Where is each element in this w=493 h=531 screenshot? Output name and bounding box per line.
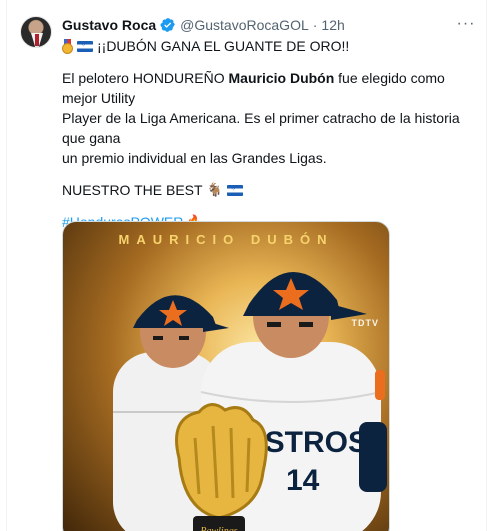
tweet-image[interactable]: MAURICIO DUBÓN TDTV ASTROS 14 Rawlings: [62, 221, 390, 531]
the-best-text: NUESTRO THE BEST: [62, 182, 203, 198]
separator-dot: ·: [312, 17, 318, 33]
avatar[interactable]: [20, 16, 52, 48]
body-line-2: Player de la Liga Americana. Es el prime…: [62, 110, 460, 146]
author-handle[interactable]: @GustavoRocaGOL: [180, 17, 309, 33]
headline-text: ¡¡DUBÓN GANA EL GUANTE DE ORO!!: [97, 38, 350, 54]
glove-brand: Rawlings: [199, 526, 237, 531]
gold-glove-trophy-illustration: Rawlings: [175, 403, 268, 531]
tweet-header: Gustavo Roca @GustavoRocaGOL · 12h: [62, 17, 345, 33]
body-line-3: un premio individual en las Grandes Liga…: [62, 150, 327, 166]
goat-icon: 🐐: [206, 182, 223, 197]
headline-line: ¡¡DUBÓN GANA EL GUANTE DE ORO!!: [62, 36, 472, 56]
timestamp[interactable]: 12h: [321, 17, 344, 33]
jersey-number: 14: [286, 464, 320, 497]
body-prefix: El pelotero HONDUREÑO: [62, 70, 229, 86]
honduras-flag-icon: [226, 184, 243, 196]
player-name: Mauricio Dubón: [228, 70, 335, 86]
the-best-line: NUESTRO THE BEST 🐐: [62, 180, 472, 200]
body-paragraph: El pelotero HONDUREÑO Mauricio Dubón fue…: [62, 68, 472, 168]
verified-badge-icon: [160, 17, 176, 33]
medal-icon: [62, 39, 73, 54]
more-icon[interactable]: ···: [456, 14, 476, 34]
honduras-flag-icon: [77, 40, 93, 52]
author-name[interactable]: Gustavo Roca: [62, 17, 156, 33]
